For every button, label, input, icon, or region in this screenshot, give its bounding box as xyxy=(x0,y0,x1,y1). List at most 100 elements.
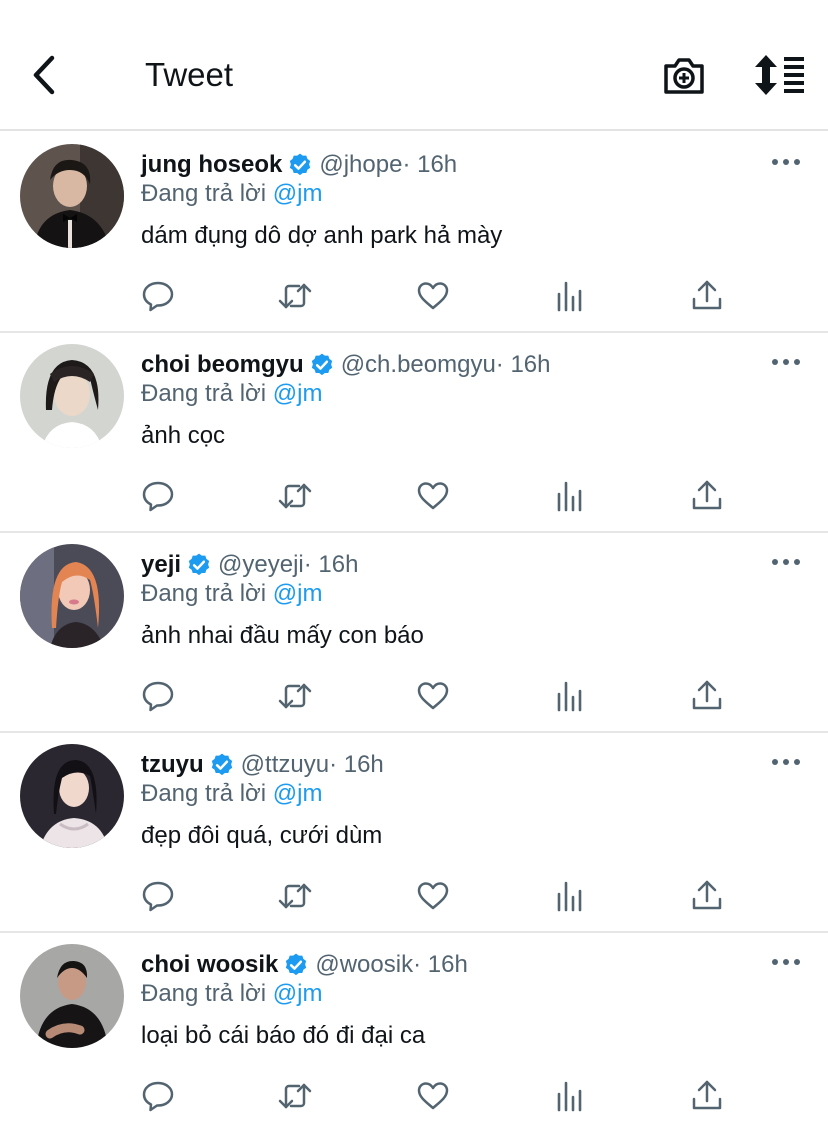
tweet-row[interactable]: choi woosik @woosik · 16h Đang trả lời @… xyxy=(0,933,828,1130)
more-options-icon[interactable] xyxy=(771,555,801,569)
replying-to-handle[interactable]: @jm xyxy=(273,980,323,1007)
tweet-row[interactable]: tzuyu @ttzuyu · 16h Đang trả lời @jm đẹp… xyxy=(0,733,828,933)
author-handle[interactable]: @ch.beomgyu xyxy=(341,351,496,379)
verified-badge-icon xyxy=(286,953,307,976)
more-options-icon[interactable] xyxy=(771,955,801,969)
tweet-text: loại bỏ cái báo đó đi đại ca xyxy=(141,1022,426,1049)
author-handle[interactable]: @ttzuyu xyxy=(241,751,329,779)
reply-button[interactable] xyxy=(141,880,175,912)
share-icon xyxy=(692,480,722,510)
replying-to: Đang trả lời @jm xyxy=(141,780,322,808)
reply-icon xyxy=(142,681,174,712)
chevron-left-icon xyxy=(33,55,55,95)
heart-icon xyxy=(417,682,449,710)
share-button[interactable] xyxy=(690,680,724,712)
tweet-time: · 16h xyxy=(329,751,384,778)
avatar[interactable] xyxy=(20,944,124,1048)
replying-to-label: Đang trả lời xyxy=(141,580,267,607)
replying-to-handle[interactable]: @jm xyxy=(273,580,323,607)
heart-icon xyxy=(417,882,449,910)
sort-list-icon xyxy=(755,55,804,95)
sort-replies-button[interactable] xyxy=(752,53,808,97)
share-button[interactable] xyxy=(690,1080,724,1112)
bar-chart-icon xyxy=(557,1081,582,1112)
like-button[interactable] xyxy=(416,280,450,312)
reply-icon xyxy=(142,1081,174,1112)
tweet-text: dám đụng dô dợ anh park hả mày xyxy=(141,222,503,249)
avatar[interactable] xyxy=(20,544,124,648)
share-icon xyxy=(692,280,722,310)
like-button[interactable] xyxy=(416,880,450,912)
reply-button[interactable] xyxy=(141,680,175,712)
avatar[interactable] xyxy=(20,144,124,248)
like-button[interactable] xyxy=(416,680,450,712)
author-name[interactable]: choi woosik xyxy=(141,951,278,979)
reply-button[interactable] xyxy=(141,1080,175,1112)
author-name[interactable]: yeji xyxy=(141,551,181,579)
bar-chart-icon xyxy=(557,681,582,712)
retweet-icon xyxy=(278,683,312,709)
tweet-text: ảnh cọc xyxy=(141,422,226,449)
more-options-icon[interactable] xyxy=(771,355,801,369)
replying-to-handle[interactable]: @jm xyxy=(273,380,323,407)
avatar-image xyxy=(20,944,124,1048)
verified-badge-icon xyxy=(290,153,311,176)
page-title: Tweet xyxy=(145,56,234,93)
author-handle[interactable]: @yeyeji xyxy=(218,551,304,579)
share-icon xyxy=(692,1080,722,1110)
analytics-button[interactable] xyxy=(553,680,587,712)
replying-to-label: Đang trả lời xyxy=(141,180,267,207)
retweet-button[interactable] xyxy=(278,1080,312,1112)
tweet-row[interactable]: jung hoseok @jhope · 16h Đang trả lời @j… xyxy=(0,133,828,333)
more-options-icon[interactable] xyxy=(771,755,801,769)
tweet-time: · 16h xyxy=(303,551,359,578)
retweet-button[interactable] xyxy=(278,880,312,912)
analytics-button[interactable] xyxy=(553,880,587,912)
verified-badge-icon xyxy=(311,353,332,376)
share-button[interactable] xyxy=(690,480,724,512)
author-handle[interactable]: @jhope xyxy=(319,151,402,179)
analytics-button[interactable] xyxy=(553,480,587,512)
share-button[interactable] xyxy=(690,880,724,912)
avatar-image xyxy=(20,744,124,848)
bar-chart-icon xyxy=(557,481,582,512)
verified-badge-icon xyxy=(211,753,232,776)
tweet-row[interactable]: choi beomgyu @ch.beomgyu · 16h Đang trả … xyxy=(0,333,828,533)
replying-to: Đang trả lời @jm xyxy=(141,580,322,608)
reply-button[interactable] xyxy=(141,280,175,312)
like-button[interactable] xyxy=(416,480,450,512)
retweet-button[interactable] xyxy=(278,680,312,712)
share-button[interactable] xyxy=(690,280,724,312)
retweet-button[interactable] xyxy=(278,480,312,512)
replying-to-handle[interactable]: @jm xyxy=(273,180,323,207)
replying-to: Đang trả lời @jm xyxy=(141,380,322,408)
author-name[interactable]: choi beomgyu xyxy=(141,351,304,379)
avatar[interactable] xyxy=(20,744,124,848)
camera-plus-icon xyxy=(664,58,704,94)
share-icon xyxy=(692,880,722,910)
more-options-icon[interactable] xyxy=(771,155,801,169)
like-button[interactable] xyxy=(416,1080,450,1112)
tweet-meta: tzuyu @ttzuyu · 16h xyxy=(141,748,384,782)
author-handle[interactable]: @woosik xyxy=(315,951,413,979)
tweet-text: ảnh nhai đầu mấy con báo xyxy=(141,622,424,649)
tweet-meta: choi woosik @woosik · 16h xyxy=(141,948,468,982)
app-header: Tweet xyxy=(0,0,828,131)
analytics-button[interactable] xyxy=(553,1080,587,1112)
author-name[interactable]: tzuyu xyxy=(141,751,204,779)
retweet-button[interactable] xyxy=(278,280,312,312)
replying-to-label: Đang trả lời xyxy=(141,780,267,807)
back-button[interactable] xyxy=(24,50,64,100)
retweet-icon xyxy=(278,483,312,509)
replying-to-label: Đang trả lời xyxy=(141,980,267,1007)
retweet-icon xyxy=(278,283,312,309)
replying-to-handle[interactable]: @jm xyxy=(273,780,323,807)
reply-button[interactable] xyxy=(141,480,175,512)
tweet-row[interactable]: yeji @yeyeji · 16h Đang trả lời @jm ảnh … xyxy=(0,533,828,733)
replying-to: Đang trả lời @jm xyxy=(141,980,322,1008)
avatar[interactable] xyxy=(20,344,124,448)
tweet-time: · 16h xyxy=(495,351,551,378)
author-name[interactable]: jung hoseok xyxy=(141,151,282,179)
analytics-button[interactable] xyxy=(553,280,587,312)
camera-button[interactable] xyxy=(662,54,706,98)
